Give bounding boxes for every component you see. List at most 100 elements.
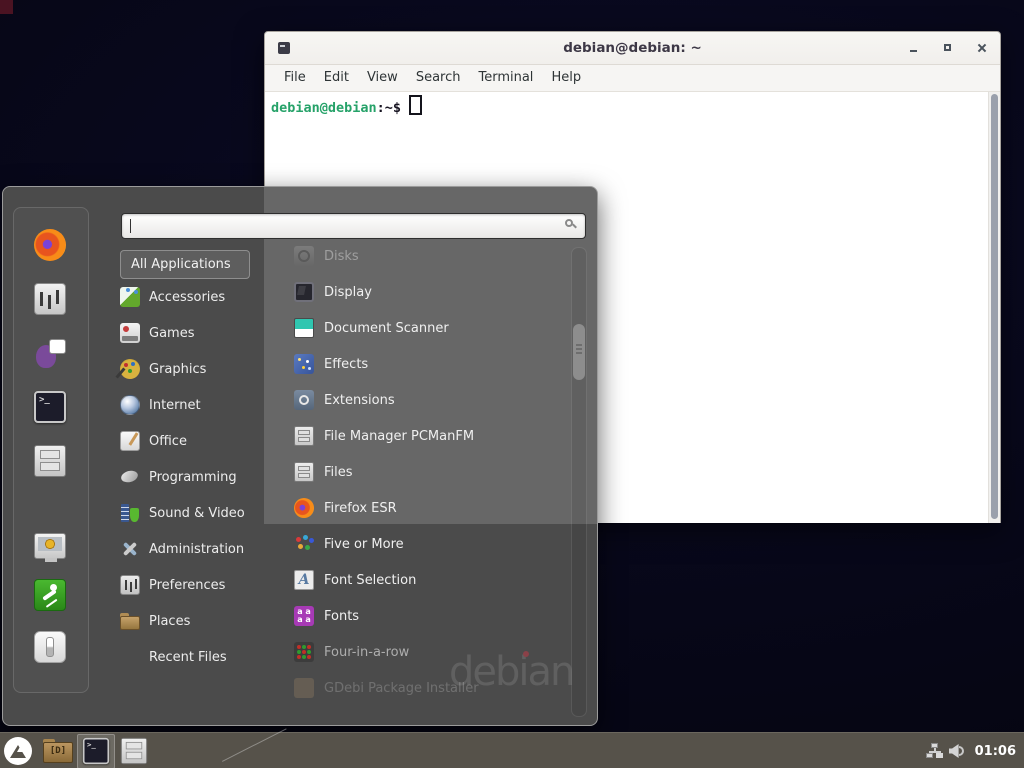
menubar-item[interactable]: Search [407, 65, 470, 91]
category-item[interactable]: Office [120, 423, 270, 459]
menubar-item[interactable]: View [358, 65, 407, 91]
volume-icon[interactable] [949, 743, 967, 759]
terminal-taskbar-button[interactable] [77, 734, 115, 768]
application-item[interactable]: Files [294, 454, 566, 490]
folder-badge: [D] [43, 746, 73, 756]
maximize-button[interactable] [942, 42, 954, 54]
terminal-scrollbar[interactable] [988, 92, 1000, 523]
search-icon [565, 219, 578, 232]
application-item[interactable]: Document Scanner [294, 310, 566, 346]
application-item[interactable]: Display [294, 274, 566, 310]
search-input[interactable] [121, 213, 586, 239]
firefox-icon[interactable] [34, 229, 66, 261]
application-label: Effects [324, 357, 368, 372]
category-item[interactable]: Administration [120, 531, 270, 567]
category-item[interactable]: Accessories [120, 279, 270, 315]
file-cabinet-icon [121, 738, 147, 764]
taskbar-launchers: [D] [0, 733, 153, 768]
file-manager-launcher[interactable]: [D] [39, 734, 77, 768]
logout-icon[interactable] [34, 579, 66, 611]
category-item[interactable]: Graphics [120, 351, 270, 387]
file-cabinet-icon[interactable] [34, 445, 66, 477]
programming-icon [120, 467, 140, 487]
lock-screen-icon[interactable] [34, 533, 66, 559]
five-or-more-icon [294, 534, 314, 554]
administration-icon [120, 539, 140, 559]
application-label: File Manager PCManFM [324, 429, 474, 444]
category-list: Accessories Games Graphics Internet [120, 279, 270, 675]
category-label: Internet [149, 398, 201, 413]
application-item[interactable]: Five or More [294, 526, 566, 562]
extensions-icon [294, 390, 314, 410]
prompt-user-host: debian@debian [271, 100, 377, 116]
terminal-scrollbar-thumb[interactable] [991, 94, 998, 519]
application-item[interactable]: Fonts [294, 598, 566, 634]
menubar-item[interactable]: File [275, 65, 315, 91]
application-item[interactable]: GDebi Package Installer [294, 670, 566, 706]
menubar-item[interactable]: Terminal [469, 65, 542, 91]
application-label: Font Selection [324, 573, 416, 588]
terminal-titlebar[interactable]: debian@debian: ~ [265, 32, 1000, 65]
category-label: Games [149, 326, 194, 341]
category-label: Places [149, 614, 190, 629]
terminal-cursor [409, 95, 422, 115]
desktop: debian@debian: ~ File Edit View Search T… [0, 0, 1024, 768]
category-item[interactable]: Games [120, 315, 270, 351]
application-label: Five or More [324, 537, 404, 552]
terminal-icon[interactable] [34, 391, 66, 423]
minimize-button[interactable] [908, 42, 920, 54]
application-item[interactable]: Disks [294, 238, 566, 274]
taskbar: [D] 01:06 [0, 732, 1024, 768]
menubar-item[interactable]: Help [542, 65, 590, 91]
internet-icon [120, 395, 140, 415]
application-item[interactable]: Extensions [294, 382, 566, 418]
file-manager-icon [294, 426, 314, 446]
category-item[interactable]: Preferences [120, 567, 270, 603]
screen-corner-artifact [0, 0, 13, 14]
category-label: Recent Files [149, 650, 227, 665]
accessories-icon [120, 287, 140, 307]
window-controls [908, 32, 988, 64]
shell-prompt: debian@debian:~$ [265, 92, 1000, 119]
category-item[interactable]: Programming [120, 459, 270, 495]
effects-icon [294, 354, 314, 374]
application-list-scrollbar-thumb[interactable] [573, 324, 585, 380]
application-label: Document Scanner [324, 321, 449, 336]
files-icon [294, 462, 314, 482]
all-applications-button[interactable]: All Applications [120, 250, 250, 279]
shutdown-icon[interactable] [34, 631, 66, 663]
category-label: Office [149, 434, 187, 449]
application-item[interactable]: Effects [294, 346, 566, 382]
menu-button[interactable] [4, 737, 32, 765]
category-item[interactable]: Internet [120, 387, 270, 423]
category-label: Programming [149, 470, 237, 485]
games-icon [120, 323, 140, 343]
application-item[interactable]: Firefox ESR [294, 490, 566, 526]
document-scanner-icon [294, 318, 314, 338]
category-item[interactable]: Sound & Video [120, 495, 270, 531]
application-label: Firefox ESR [324, 501, 397, 516]
application-item[interactable]: Four-in-a-row [294, 634, 566, 670]
disks-icon [294, 246, 314, 266]
category-label: Accessories [149, 290, 225, 305]
category-item[interactable]: Recent Files [120, 639, 270, 675]
terminal-icon [83, 738, 109, 764]
sound-video-icon [120, 503, 140, 523]
text-caret [130, 219, 131, 233]
category-item[interactable]: Places [120, 603, 270, 639]
application-item[interactable]: Font Selection [294, 562, 566, 598]
close-button[interactable] [976, 42, 988, 54]
window-title: debian@debian: ~ [265, 40, 1000, 56]
network-icon[interactable] [926, 743, 943, 759]
clock[interactable]: 01:06 [975, 744, 1016, 759]
files-launcher[interactable] [115, 734, 153, 768]
pidgin-icon[interactable] [34, 337, 66, 369]
application-list-scrollbar[interactable] [571, 247, 587, 717]
category-label: Preferences [149, 578, 225, 593]
application-menu: debian [2, 186, 598, 726]
menubar-item[interactable]: Edit [315, 65, 358, 91]
control-panel-icon[interactable] [34, 283, 66, 315]
application-item[interactable]: File Manager PCManFM [294, 418, 566, 454]
font-selection-icon [294, 570, 314, 590]
application-label: Extensions [324, 393, 395, 408]
